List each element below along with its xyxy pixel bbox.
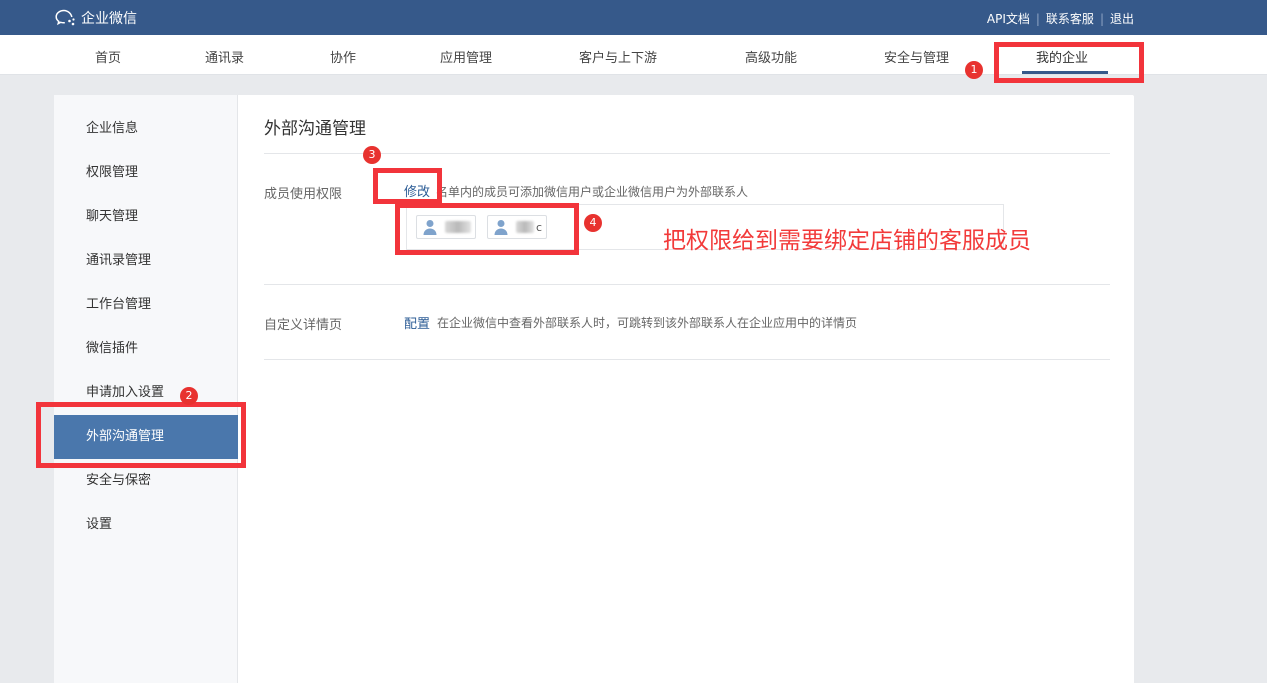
logout-link[interactable]: 退出 — [1110, 10, 1134, 27]
annotation-text: 把权限给到需要绑定店铺的客服成员 — [663, 228, 1031, 254]
highlight-box-my-enterprise — [994, 42, 1144, 83]
logo-text: 企业微信 — [81, 11, 137, 27]
custom-detail-label: 自定义详情页 — [264, 318, 343, 333]
member-permission-label: 成员使用权限 — [264, 187, 343, 202]
highlight-box-modify — [373, 168, 442, 204]
top-links: API文档 | 联系客服 | 退出 — [987, 10, 1134, 27]
custom-detail-desc: 在企业微信中查看外部联系人时，可跳转到该外部联系人在企业应用中的详情页 — [437, 316, 858, 330]
sidebar-item-enterprise-info[interactable]: 企业信息 — [54, 107, 238, 151]
nav-home[interactable]: 首页 — [95, 47, 121, 66]
step-badge-3: 3 — [363, 146, 381, 164]
highlight-box-external-comm — [36, 402, 246, 468]
separator: | — [1035, 11, 1040, 26]
step-badge-4: 4 — [584, 214, 602, 232]
contact-support-link[interactable]: 联系客服 — [1046, 10, 1094, 27]
divider — [264, 284, 1110, 285]
main-panel: 企业信息 权限管理 聊天管理 通讯录管理 工作台管理 微信插件 申请加入设置 外… — [54, 95, 1134, 683]
nav-advanced[interactable]: 高级功能 — [745, 47, 797, 66]
configure-link[interactable]: 配置 — [404, 313, 430, 332]
highlight-box-members — [395, 203, 579, 255]
separator: | — [1099, 11, 1104, 26]
nav-contacts[interactable]: 通讯录 — [205, 47, 244, 66]
step-badge-2: 2 — [180, 387, 198, 405]
wecom-logo-icon — [55, 9, 75, 26]
sidebar: 企业信息 权限管理 聊天管理 通讯录管理 工作台管理 微信插件 申请加入设置 外… — [54, 95, 238, 683]
sidebar-item-workbench[interactable]: 工作台管理 — [54, 283, 238, 327]
sidebar-item-wechat-plugin[interactable]: 微信插件 — [54, 327, 238, 371]
sidebar-item-permissions[interactable]: 权限管理 — [54, 151, 238, 195]
step-badge-1: 1 — [965, 61, 983, 79]
sidebar-item-contacts[interactable]: 通讯录管理 — [54, 239, 238, 283]
api-docs-link[interactable]: API文档 — [987, 10, 1030, 27]
sidebar-item-chat[interactable]: 聊天管理 — [54, 195, 238, 239]
divider — [264, 359, 1110, 360]
divider — [264, 153, 1110, 154]
nav-customers[interactable]: 客户与上下游 — [579, 47, 657, 66]
nav-security[interactable]: 安全与管理 — [884, 47, 949, 66]
nav-app-management[interactable]: 应用管理 — [440, 47, 492, 66]
nav-collaboration[interactable]: 协作 — [330, 47, 356, 66]
logo[interactable]: 企业微信 — [55, 8, 137, 28]
sidebar-item-settings[interactable]: 设置 — [54, 503, 238, 547]
page-title: 外部沟通管理 — [264, 119, 366, 139]
member-permission-desc: 名单内的成员可添加微信用户或企业微信用户为外部联系人 — [436, 185, 749, 199]
top-bar: 企业微信 API文档 | 联系客服 | 退出 — [0, 0, 1267, 35]
